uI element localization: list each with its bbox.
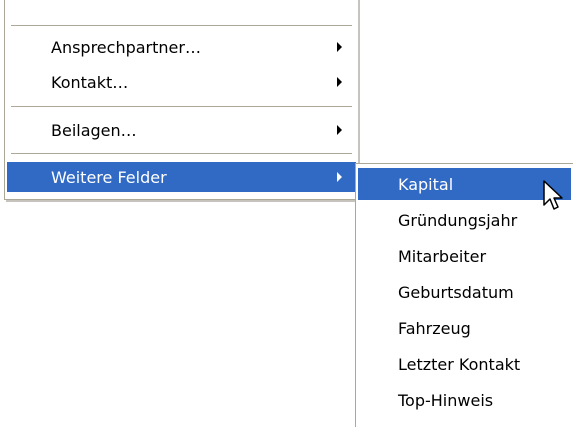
menu-item-weitere-felder[interactable]: Weitere Felder xyxy=(7,162,356,192)
submenu-item-label: Kapital xyxy=(398,174,454,194)
submenu-item-mitarbeiter[interactable]: Mitarbeiter xyxy=(358,240,571,272)
submenu-item-label: Fahrzeug xyxy=(398,318,471,338)
menu-separator xyxy=(11,106,352,107)
chevron-right-icon xyxy=(337,77,342,87)
submenu-item-label: Mitarbeiter xyxy=(398,246,487,266)
submenu-item-fahrzeug[interactable]: Fahrzeug xyxy=(358,312,571,344)
submenu-item-geburtsdatum[interactable]: Geburtsdatum xyxy=(358,276,571,308)
menu-item-ansprechpartner[interactable]: Ansprechpartner… xyxy=(7,33,356,61)
menu-item-label: Beilagen… xyxy=(51,120,137,140)
menu-item-kontakt[interactable]: Kontakt… xyxy=(7,68,356,96)
menu-separator xyxy=(11,25,352,26)
submenu-item-label: Letzter Kontakt xyxy=(398,354,521,374)
chevron-right-icon xyxy=(337,42,342,52)
submenu-item-label: Geburtsdatum xyxy=(398,282,514,302)
screen: Ansprechpartner… Kontakt… Beilagen… Weit… xyxy=(0,0,575,427)
context-menu: Ansprechpartner… Kontakt… Beilagen… Weit… xyxy=(4,0,358,200)
submenu-item-kapital[interactable]: Kapital xyxy=(358,168,571,200)
menu-item-label: Kontakt… xyxy=(51,72,129,92)
chevron-right-icon xyxy=(337,125,342,135)
menu-item-beilagen[interactable]: Beilagen… xyxy=(7,116,356,144)
menu-item-label: Weitere Felder xyxy=(51,167,167,187)
menu-separator xyxy=(11,153,352,154)
submenu-item-label: Gründungsjahr xyxy=(398,210,518,230)
submenu-item-gruendungsjahr[interactable]: Gründungsjahr xyxy=(358,204,571,236)
chevron-right-icon xyxy=(337,172,342,182)
submenu-item-letzter-kontakt[interactable]: Letzter Kontakt xyxy=(358,348,571,380)
submenu-item-label: Top-Hinweis xyxy=(398,390,494,410)
submenu-weitere-felder: Kapital Gründungsjahr Mitarbeiter Geburt… xyxy=(355,163,573,427)
menu-item-label: Ansprechpartner… xyxy=(51,37,201,57)
submenu-item-top-hinweis[interactable]: Top-Hinweis xyxy=(358,384,571,416)
